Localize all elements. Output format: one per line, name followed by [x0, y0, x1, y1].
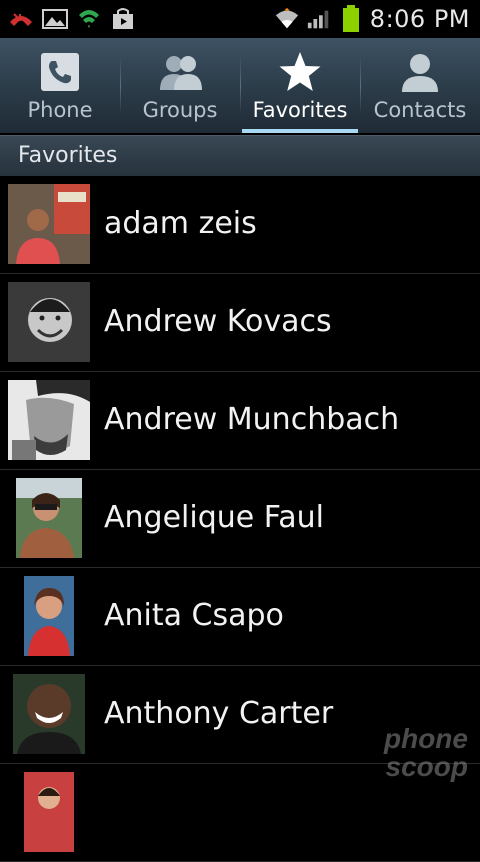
tab-contacts-label: Contacts [373, 98, 467, 122]
tab-bar: Phone Groups Favorites Contacts [0, 38, 480, 133]
contact-icon [398, 50, 442, 94]
contact-name: Anthony Carter [104, 696, 334, 731]
wifi-icon [274, 6, 300, 32]
list-item[interactable]: Andrew Munchbach [0, 372, 480, 470]
phone-icon [40, 50, 80, 94]
tab-contacts[interactable]: Contacts [360, 38, 480, 133]
signal-icon [306, 6, 332, 32]
contact-name: adam zeis [104, 206, 257, 241]
vpn-shield-icon [76, 6, 102, 32]
section-header: Favorites [0, 135, 480, 176]
contact-name: Andrew Kovacs [104, 304, 332, 339]
contact-name: Andrew Munchbach [104, 402, 400, 437]
gallery-icon [42, 6, 68, 32]
avatar [8, 576, 90, 656]
status-bar: 8:06 PM [0, 0, 480, 38]
avatar [8, 282, 90, 362]
battery-icon [338, 5, 364, 32]
missed-call-icon [8, 6, 34, 32]
section-title: Favorites [18, 143, 118, 168]
tab-phone[interactable]: Phone [0, 38, 120, 133]
list-item[interactable]: Anita Csapo [0, 568, 480, 666]
tab-phone-label: Phone [27, 98, 93, 122]
avatar [8, 772, 90, 852]
phonescoop-watermark: phone scoop [332, 722, 472, 782]
avatar [8, 380, 90, 460]
list-item[interactable]: Angelique Faul [0, 470, 480, 568]
contact-name: Anita Csapo [104, 598, 284, 633]
groups-icon [154, 50, 206, 94]
list-item[interactable]: Andrew Kovacs [0, 274, 480, 372]
tab-groups[interactable]: Groups [120, 38, 240, 133]
avatar [8, 674, 90, 754]
status-clock: 8:06 PM [369, 5, 470, 33]
avatar [8, 184, 90, 264]
contact-name: Angelique Faul [104, 500, 324, 535]
star-icon [278, 50, 322, 94]
avatar [8, 478, 90, 558]
svg-text:phone: phone [383, 723, 468, 754]
list-item[interactable]: adam zeis [0, 176, 480, 274]
svg-text:scoop: scoop [386, 751, 468, 782]
shopping-bag-icon [110, 6, 136, 32]
tab-groups-label: Groups [142, 98, 218, 122]
tab-favorites[interactable]: Favorites [240, 38, 360, 133]
tab-favorites-label: Favorites [252, 98, 348, 122]
